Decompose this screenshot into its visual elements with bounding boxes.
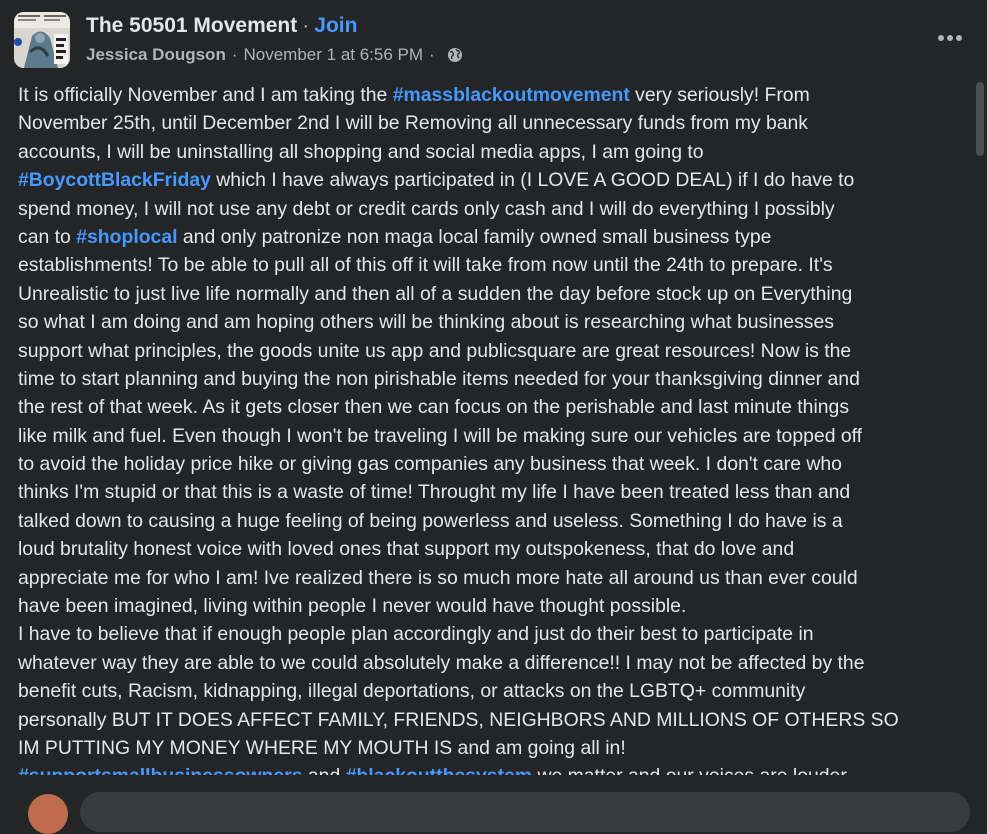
post-body-line: It is officially November and I am takin… — [18, 81, 976, 109]
post-body-line: can to #shoplocal and only patronize non… — [18, 223, 976, 251]
post-body-line: Unrealistic to just live life normally a… — [18, 280, 976, 308]
post-body-line: accounts, I will be uninstalling all sho… — [18, 138, 976, 166]
post-body-line: IM PUTTING MY MONEY WHERE MY MOUTH IS an… — [18, 734, 976, 762]
post-text: loud brutality honest voice with loved o… — [18, 538, 795, 561]
post-body-line: #BoycottBlackFriday which I have always … — [18, 166, 976, 194]
post-text: time to start planning and buying the no… — [18, 367, 860, 390]
post-body-line: loud brutality honest voice with loved o… — [18, 535, 976, 563]
author-name-link[interactable]: Jessica Dougson — [86, 45, 226, 65]
comment-bar — [0, 786, 987, 834]
post-body-line: November 25th, until December 2nd I will… — [18, 109, 976, 137]
post-text: very seriously! From — [629, 84, 810, 106]
more-horizontal-icon — [938, 35, 962, 41]
post-text: and — [302, 765, 345, 775]
post-text: like milk and fuel. Even though I won't … — [18, 424, 863, 447]
post-text: spend money, I will not use any debt or … — [18, 197, 835, 220]
post-body-line: support what principles, the goods unite… — [18, 337, 976, 365]
post-text: benefit cuts, Racism, kidnapping, illega… — [18, 680, 806, 703]
post-text: thinks I'm stupid or that this is a wast… — [18, 481, 851, 504]
post-body-line: whatever way they are able to we could a… — [18, 649, 976, 677]
post-timestamp-link[interactable]: November 1 at 6:56 PM — [244, 45, 424, 65]
post-text: IM PUTTING MY MONEY WHERE MY MOUTH IS an… — [18, 736, 626, 759]
hashtag-link[interactable]: #massblackoutmovement — [393, 84, 630, 106]
post-text: support what principles, the goods unite… — [18, 339, 852, 362]
more-options-button[interactable] — [930, 24, 970, 52]
globe-icon[interactable] — [447, 47, 463, 63]
group-avatar[interactable] — [14, 12, 70, 68]
post-text: can to — [18, 225, 77, 248]
post-body-line: talked down to causing a huge feeling of… — [18, 507, 976, 535]
post-text: have been imagined, living within people… — [18, 595, 687, 618]
post-body-line: time to start planning and buying the no… — [18, 365, 976, 393]
post-body-line: I have to believe that if enough people … — [18, 620, 976, 648]
post-text: It is officially November and I am takin… — [18, 84, 393, 106]
current-user-avatar — [28, 794, 68, 834]
post-body-line: like milk and fuel. Even though I won't … — [18, 422, 976, 450]
post-title-line: The 50501 Movement · Join — [86, 14, 357, 38]
meta-separator: · — [429, 45, 435, 64]
post-body-line: #supportsmallbusinessowners and #blackou… — [18, 762, 976, 775]
scrollbar-thumb[interactable] — [976, 82, 984, 156]
post-text: which I have always participated in (I L… — [210, 169, 855, 192]
hashtag-link[interactable]: #blackoutthesystem — [346, 765, 532, 775]
post-text: the rest of that week. As it gets closer… — [18, 396, 850, 419]
post-text: I have to believe that if enough people … — [18, 623, 814, 646]
scrollbar[interactable] — [974, 80, 987, 800]
post-meta: Jessica Dougson · November 1 at 6:56 PM … — [86, 45, 463, 65]
comment-input[interactable] — [80, 792, 970, 832]
post-text: talked down to causing a huge feeling of… — [18, 509, 843, 532]
post-body-line: to avoid the holiday price hike or givin… — [18, 450, 976, 478]
hashtag-link[interactable]: #BoycottBlackFriday — [18, 169, 211, 191]
post-text: whatever way they are able to we could a… — [18, 651, 865, 674]
post-body-line: have been imagined, living within people… — [18, 592, 976, 620]
post-body-line: thinks I'm stupid or that this is a wast… — [18, 478, 976, 506]
post-text: personally BUT IT DOES AFFECT FAMILY, FR… — [18, 708, 899, 731]
post-text: accounts, I will be uninstalling all sho… — [18, 140, 704, 163]
hashtag-link[interactable]: #supportsmallbusinessowners — [18, 765, 302, 775]
post-body-line: personally BUT IT DOES AFFECT FAMILY, FR… — [18, 706, 976, 734]
post-text: we matter and our voices are louder — [532, 765, 846, 775]
title-separator: · — [302, 14, 310, 37]
post-text: to avoid the holiday price hike or givin… — [18, 453, 842, 476]
post-text: and only patronize non maga local family… — [177, 225, 772, 248]
group-name-link[interactable]: The 50501 Movement — [86, 14, 297, 37]
group-avatar-image — [14, 12, 70, 68]
post-text: appreciate me for who I am! Ive realized… — [18, 566, 858, 589]
post-text: establishments! To be able to pull all o… — [18, 254, 833, 277]
post-body-line: appreciate me for who I am! Ive realized… — [18, 564, 976, 592]
post-body-text: It is officially November and I am takin… — [18, 81, 976, 775]
post-text: Unrealistic to just live life normally a… — [18, 282, 853, 305]
post-text: November 25th, until December 2nd I will… — [18, 112, 808, 135]
hashtag-link[interactable]: #shoplocal — [76, 226, 177, 248]
post-body-line: spend money, I will not use any debt or … — [18, 195, 976, 223]
meta-separator: · — [231, 45, 238, 64]
join-button[interactable]: Join — [314, 14, 357, 37]
post-body-line: benefit cuts, Racism, kidnapping, illega… — [18, 677, 976, 705]
post-body-line: so what I am doing and am hoping others … — [18, 308, 976, 336]
post-body-line: establishments! To be able to pull all o… — [18, 251, 976, 279]
post-text: so what I am doing and am hoping others … — [18, 311, 834, 334]
post-body-line: the rest of that week. As it gets closer… — [18, 393, 976, 421]
post-header: The 50501 Movement · Join Jessica Dougson … — [0, 0, 987, 80]
